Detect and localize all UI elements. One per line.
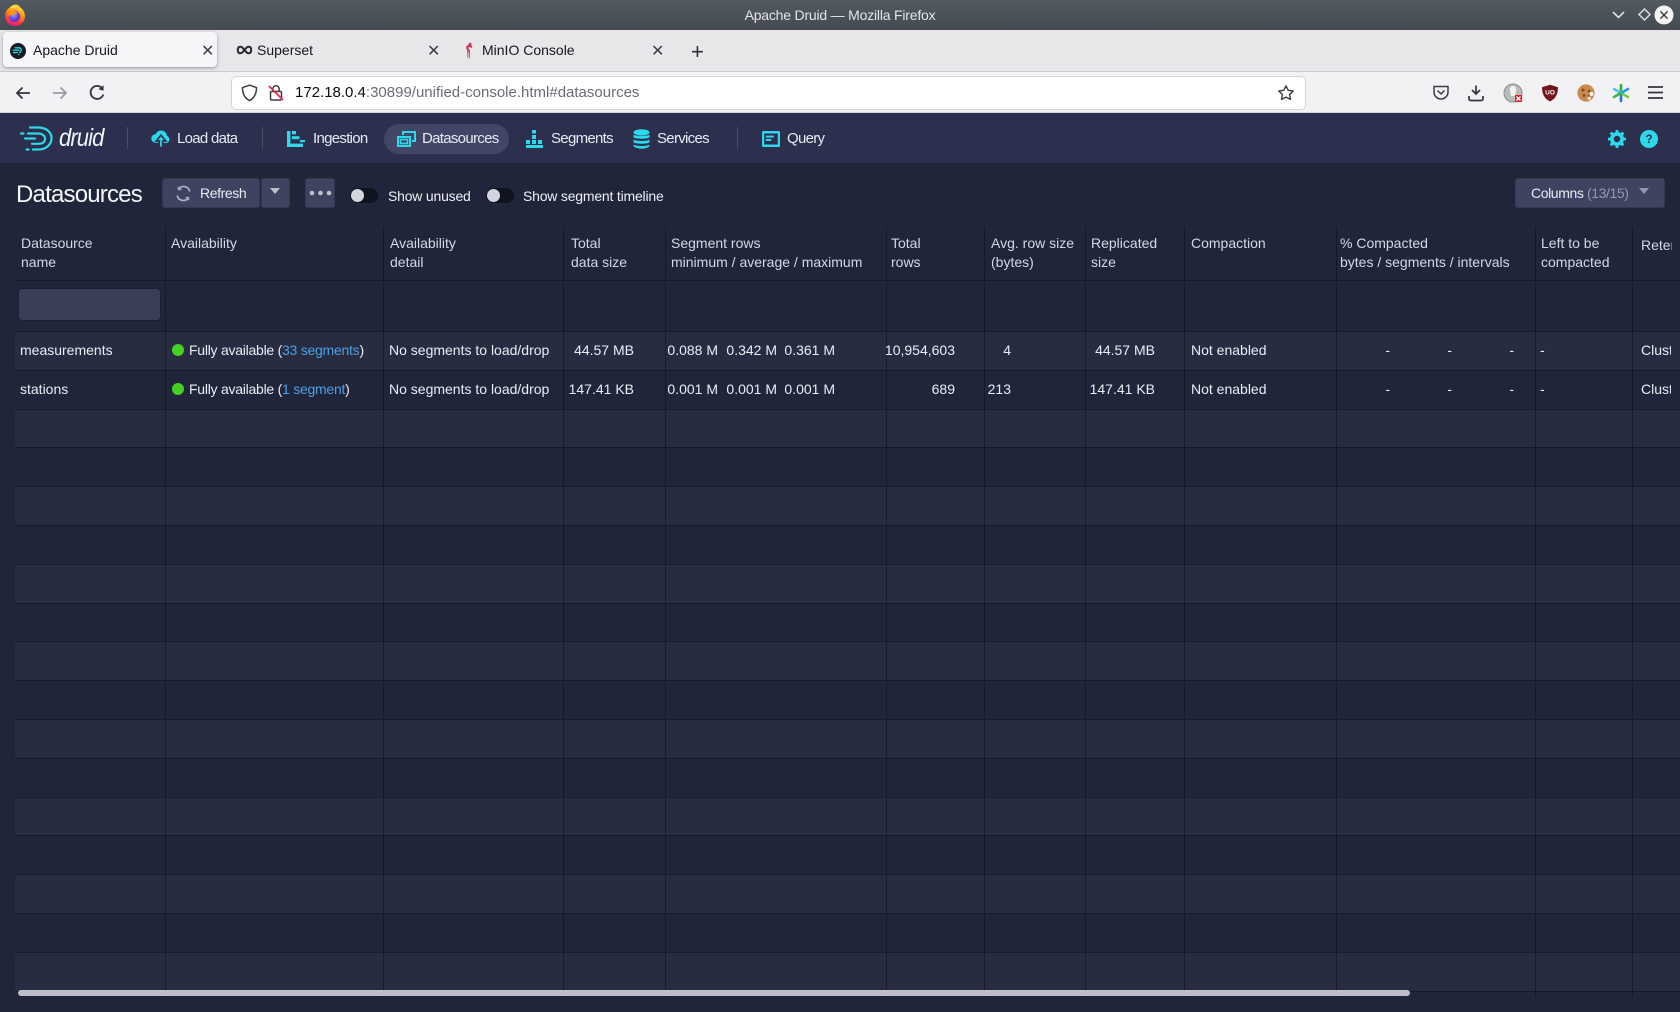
svg-text:UO: UO	[1545, 90, 1555, 97]
svg-text:?: ?	[1645, 134, 1652, 146]
